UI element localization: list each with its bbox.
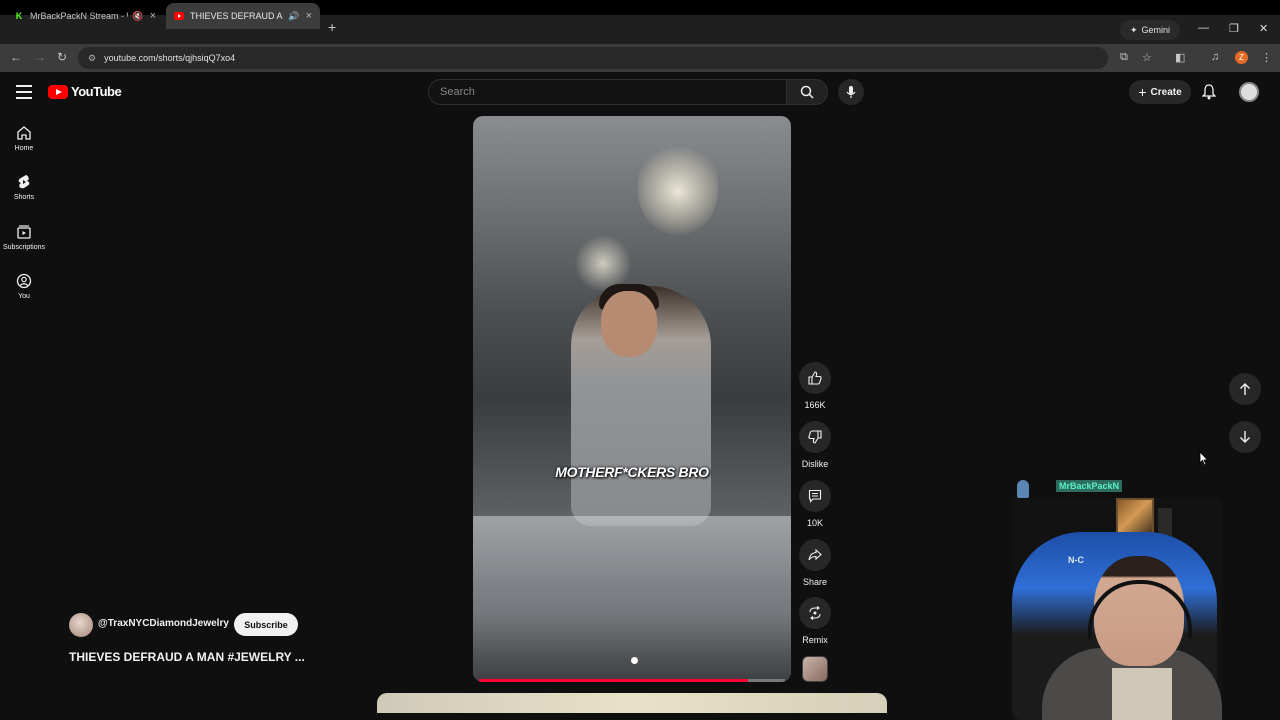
previous-short-button[interactable] (1229, 373, 1261, 405)
search-placeholder: Search (440, 86, 475, 98)
browser-tab-youtube[interactable]: THIEVES DEFRAUD A MAN 🔊 × (166, 3, 320, 29)
minimize-button[interactable]: — (1198, 22, 1209, 34)
bookmark-star-icon[interactable]: ☆ (1142, 51, 1152, 64)
shorts-icon (18, 175, 30, 189)
kick-icon: K (15, 11, 23, 21)
webcam-overlay: N-C (1012, 498, 1222, 720)
youtube-wordmark: YouTube (71, 84, 122, 99)
restore-button[interactable]: ❐ (1229, 22, 1239, 35)
notifications-button[interactable] (1201, 84, 1217, 105)
youtube-icon (174, 11, 184, 21)
new-tab-button[interactable]: + (328, 19, 336, 35)
sound-thumbnail[interactable] (802, 656, 828, 682)
chair-logo: N-C (1068, 555, 1084, 565)
next-short-preview[interactable] (377, 693, 887, 713)
share-button[interactable]: Share (799, 539, 831, 587)
window-close-button[interactable]: ✕ (1259, 22, 1268, 35)
streamer-shirt (1112, 668, 1172, 720)
muted-icon[interactable]: 🔇 (132, 11, 143, 22)
dislike-button[interactable]: Dislike (799, 421, 831, 469)
streamer-name-tag: MrBackPackN (1056, 480, 1123, 492)
comment-icon (808, 489, 822, 503)
comment-count: 10K (806, 518, 823, 528)
video-caption: MOTHERF*CKERS BRO (555, 464, 709, 480)
arrow-down-icon (1240, 431, 1250, 443)
mouse-cursor-icon (1199, 451, 1209, 466)
browser-menu-icon[interactable]: ⋮ (1261, 51, 1272, 64)
address-bar[interactable]: ⚙ youtube.com/shorts/qjhsiqQ7xo4 (78, 47, 1108, 69)
guide-item-subscriptions[interactable]: Subscriptions (0, 224, 48, 251)
reload-button[interactable]: ↻ (57, 50, 67, 64)
video-light-dot (631, 657, 638, 664)
plus-icon: + (1138, 84, 1147, 100)
chandelier-image (638, 146, 718, 236)
you-icon (16, 273, 32, 289)
microphone-icon (846, 86, 856, 98)
tab-title: MrBackPackN Stream - Wa (30, 11, 128, 21)
create-label: Create (1150, 86, 1182, 98)
guide-label: You (18, 293, 30, 300)
short-video-player[interactable]: MOTHERF*CKERS BRO (473, 116, 791, 682)
browser-tab-kick[interactable]: K MrBackPackN Stream - Wa 🔇 × (6, 3, 164, 29)
forward-button[interactable]: → (34, 50, 46, 64)
create-button[interactable]: + Create (1129, 80, 1191, 104)
audio-playing-icon[interactable]: 🔊 (288, 11, 299, 22)
search-input[interactable]: Search (428, 79, 786, 105)
gemini-button[interactable]: ✦ Gemini (1120, 20, 1181, 40)
guide-label: Shorts (13, 194, 35, 201)
dislike-label: Dislike (801, 459, 829, 469)
voice-search-button[interactable] (838, 79, 864, 105)
home-icon (17, 126, 31, 140)
guide-menu-icon[interactable] (16, 85, 32, 99)
arrow-up-icon (1240, 383, 1250, 395)
guide-item-shorts[interactable]: Shorts (0, 174, 48, 201)
dislike-icon (808, 430, 822, 444)
close-tab-icon[interactable]: × (306, 10, 312, 22)
like-button[interactable]: 166K (799, 362, 831, 410)
youtube-play-icon (48, 84, 68, 99)
comments-button[interactable]: 10K (799, 480, 831, 528)
webcam-lamp (1017, 480, 1029, 498)
next-short-button[interactable] (1229, 421, 1261, 453)
install-app-icon[interactable]: ⧉ (1120, 51, 1128, 64)
remix-button[interactable]: Remix (799, 597, 831, 645)
gemini-icon: ✦ (1130, 24, 1138, 35)
subscribe-button[interactable]: Subscribe (234, 613, 298, 636)
guide-label: Subscriptions (2, 244, 46, 251)
account-avatar[interactable] (1239, 82, 1259, 102)
search-icon (800, 85, 814, 99)
remix-label: Remix (802, 635, 828, 645)
media-controls-icon[interactable]: ♫ (1211, 51, 1219, 63)
channel-name[interactable]: @TraxNYCDiamondJewelry (98, 618, 229, 629)
like-count: 166K (804, 400, 826, 410)
close-tab-icon[interactable]: × (150, 10, 156, 22)
chandelier-image (573, 236, 633, 291)
bell-icon (1201, 84, 1217, 100)
short-title[interactable]: THIEVES DEFRAUD A MAN #JEWELRY ... (69, 650, 305, 664)
back-button[interactable]: ← (10, 50, 22, 64)
video-progress-bar[interactable] (479, 679, 785, 682)
video-progress-fill (479, 679, 749, 682)
guide-item-you[interactable]: You (0, 273, 48, 300)
share-icon (808, 548, 822, 561)
channel-avatar[interactable] (69, 613, 93, 637)
gemini-label: Gemini (1141, 25, 1171, 35)
tab-title: THIEVES DEFRAUD A MAN (190, 11, 284, 21)
guide-item-home[interactable]: Home (0, 125, 48, 152)
youtube-logo[interactable]: YouTube (48, 84, 122, 99)
search-button[interactable] (786, 79, 828, 105)
remix-icon (809, 606, 821, 620)
site-info-icon[interactable]: ⚙ (88, 53, 96, 64)
like-icon (808, 371, 822, 385)
guide-label: Home (14, 145, 34, 152)
video-person-head (601, 291, 657, 357)
extensions-icon[interactable]: ◧ (1175, 51, 1185, 64)
profile-avatar[interactable]: Z (1235, 51, 1248, 64)
url-text: youtube.com/shorts/qjhsiqQ7xo4 (104, 53, 236, 63)
subscriptions-icon (17, 225, 31, 239)
share-label: Share (802, 577, 828, 587)
